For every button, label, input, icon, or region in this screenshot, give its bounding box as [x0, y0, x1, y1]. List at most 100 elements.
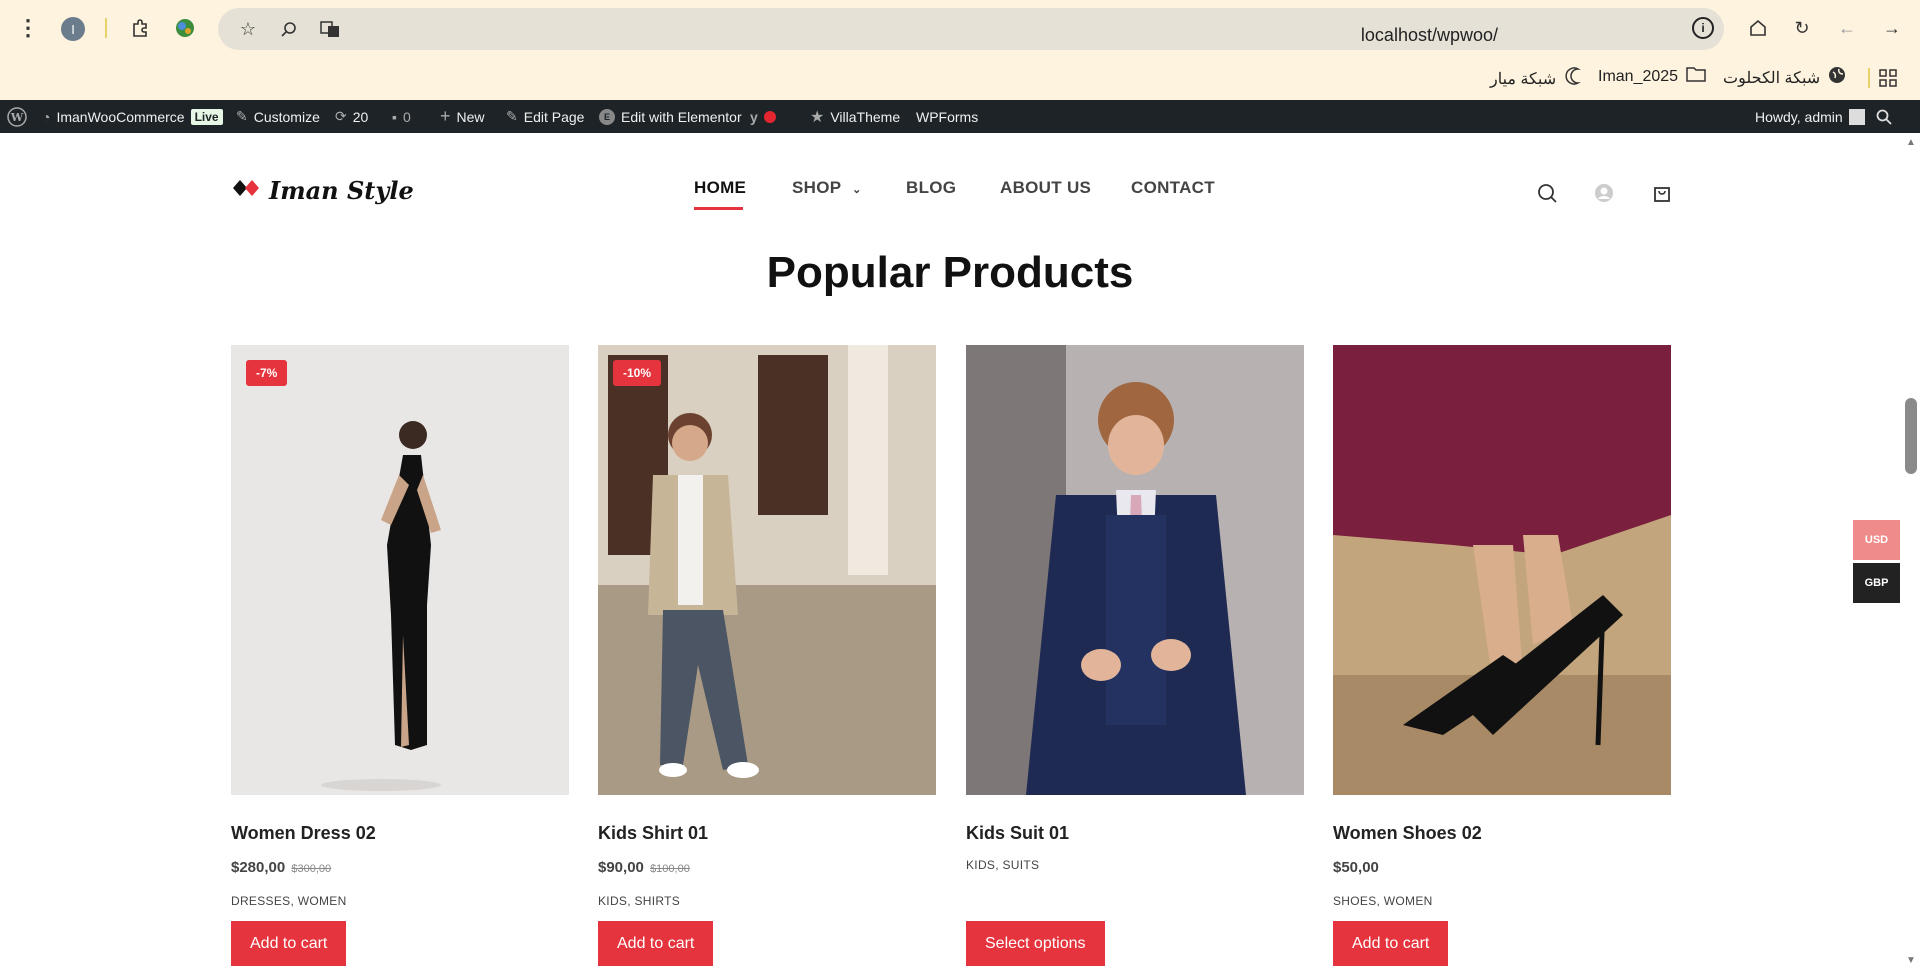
wp-updates[interactable]: ⟳ 20: [335, 100, 368, 133]
product-title[interactable]: Women Dress 02: [231, 823, 376, 844]
nav-contact[interactable]: CONTACT: [1131, 178, 1215, 198]
nav-about[interactable]: ABOUT US: [1000, 178, 1091, 198]
apps-grid-icon[interactable]: [1872, 62, 1904, 94]
nav-blog[interactable]: BLOG: [906, 178, 956, 198]
bookmark-item[interactable]: شبكة الكحلوت: [1723, 66, 1846, 89]
edit-page-label: Edit Page: [523, 108, 585, 125]
back-arrow-icon[interactable]: ←: [1831, 12, 1863, 44]
updates-icon: ⟳: [335, 108, 347, 124]
seo-status-icon: [763, 110, 776, 123]
profile-avatar[interactable]: I: [61, 17, 85, 41]
comment-icon: ▪: [392, 108, 397, 125]
wp-account[interactable]: Howdy, admin: [1755, 100, 1865, 133]
bookmark-item[interactable]: شبكة ميار: [1490, 66, 1584, 91]
wp-wpforms[interactable]: WPForms: [916, 100, 978, 133]
scroll-down-icon[interactable]: ▼: [1906, 955, 1916, 966]
wp-villatheme[interactable]: ★ VillaTheme: [810, 100, 900, 133]
add-to-cart-button[interactable]: Add to cart: [231, 921, 347, 966]
wp-new[interactable]: + New: [440, 100, 485, 133]
discount-badge: -7%: [246, 360, 288, 386]
product-image[interactable]: -10%: [598, 345, 936, 795]
comments-count: 0: [402, 108, 411, 125]
live-badge: Live: [190, 108, 223, 125]
bookmark-label: شبكة ميار: [1490, 70, 1557, 88]
globe-extension-icon[interactable]: [169, 12, 201, 44]
wpforms-label: WPForms: [916, 108, 979, 125]
product-title[interactable]: Kids Shirt 01: [598, 823, 708, 844]
product-image[interactable]: [1333, 345, 1671, 795]
site-logo[interactable]: Iman Style: [231, 176, 414, 205]
product-card: -7% Women Dress 02 $280,00 $300,00 DRESS…: [231, 345, 569, 966]
home-icon[interactable]: [1742, 12, 1774, 44]
product-categories[interactable]: SHOES, WOMEN: [1333, 894, 1433, 908]
translate-icon[interactable]: [314, 13, 346, 45]
wp-comments[interactable]: ▪ 0: [392, 100, 411, 133]
toolbar-separator: [105, 18, 107, 38]
wp-edit-elementor[interactable]: E Edit with Elementor: [599, 100, 742, 133]
add-to-cart-button[interactable]: Add to cart: [598, 921, 714, 966]
user-account-icon[interactable]: [1593, 182, 1615, 204]
search-icon[interactable]: [1536, 182, 1558, 204]
product-title[interactable]: Women Shoes 02: [1333, 823, 1482, 844]
product-categories[interactable]: KIDS, SHIRTS: [598, 894, 680, 908]
wordpress-logo-icon[interactable]: W: [7, 100, 27, 133]
currency-gbp[interactable]: GBP: [1853, 563, 1900, 603]
wp-admin-bar: W ◔ ImanWooCommerce Live ✎ Customize ⟳ 2…: [0, 100, 1920, 133]
product-categories[interactable]: DRESSES, WOMEN: [231, 894, 347, 908]
reload-icon[interactable]: ↻: [1786, 12, 1818, 44]
extensions-icon[interactable]: [124, 12, 156, 44]
scrollbar-thumb[interactable]: [1905, 398, 1917, 474]
product-title[interactable]: Kids Suit 01: [966, 823, 1069, 844]
product-categories[interactable]: KIDS, SUITS: [966, 858, 1039, 872]
nav-home[interactable]: HOME: [694, 178, 746, 198]
product-image[interactable]: -7%: [231, 345, 569, 795]
cart-icon[interactable]: [1651, 182, 1673, 204]
menu-dots-icon[interactable]: ⋮: [12, 12, 44, 44]
product-card: Women Shoes 02 $50,00 SHOES, WOMEN Add t…: [1333, 345, 1671, 966]
new-label: New: [456, 108, 485, 125]
admin-avatar: [1848, 108, 1865, 125]
current-price: $50,00: [1333, 859, 1379, 876]
elementor-icon: E: [599, 108, 615, 125]
wp-search-icon[interactable]: [1876, 100, 1892, 133]
forward-arrow-icon[interactable]: →: [1876, 12, 1908, 44]
old-price: $300,00: [291, 863, 332, 875]
section-title: Popular Products: [766, 248, 1134, 297]
pencil-icon: ✎: [506, 108, 518, 124]
address-bar[interactable]: ☆ localhost/wpwoo/: [218, 8, 1724, 50]
logo-text: Iman Style: [269, 176, 414, 205]
zoom-icon[interactable]: [273, 13, 305, 45]
nav-active-underline: [694, 207, 743, 210]
wp-customize[interactable]: ✎ Customize: [236, 100, 320, 133]
current-price: $280,00: [231, 859, 286, 876]
product-image[interactable]: [966, 345, 1304, 795]
villatheme-label: VillaTheme: [830, 108, 901, 125]
currency-usd[interactable]: USD: [1853, 520, 1900, 560]
browser-toolbar: ⋮ I ☆ localhost/wpwoo/ i ↻ ← →: [0, 0, 1920, 56]
yoast-icon: y: [750, 108, 758, 125]
bookmark-folder[interactable]: Iman_2025: [1598, 66, 1706, 87]
wp-seo[interactable]: y: [750, 100, 776, 133]
star-icon: ★: [810, 108, 825, 126]
moon-icon: [1564, 66, 1584, 91]
scroll-up-icon[interactable]: ▲: [1906, 137, 1916, 148]
site-info-icon[interactable]: i: [1692, 17, 1714, 39]
dashboard-icon: ◔: [42, 108, 51, 125]
url-text[interactable]: localhost/wpwoo/: [1361, 25, 1498, 46]
select-options-button[interactable]: Select options: [966, 921, 1105, 966]
bookmark-star-icon[interactable]: ☆: [232, 13, 264, 45]
wp-site-name[interactable]: ◔ ImanWooCommerce Live: [42, 100, 223, 133]
add-to-cart-button[interactable]: Add to cart: [1333, 921, 1449, 966]
edit-elementor-label: Edit with Elementor: [621, 108, 742, 125]
brush-icon: ✎: [236, 108, 248, 124]
customize-label: Customize: [253, 108, 320, 125]
product-card: -10% Kids Shirt 01 $90,00 $100,00 KIDS, …: [598, 345, 936, 966]
site-name-label: ImanWooCommerce: [56, 108, 185, 125]
bookmarks-bar: شبكة الكحلوت Iman_2025 شبكة ميار: [0, 56, 1920, 100]
nav-shop-label: SHOP: [792, 178, 842, 197]
product-price: $280,00 $300,00: [231, 859, 331, 876]
nav-shop[interactable]: SHOP ⌄: [792, 178, 862, 198]
product-price: $50,00: [1333, 859, 1379, 876]
wp-edit-page[interactable]: ✎ Edit Page: [506, 100, 584, 133]
page-scrollbar[interactable]: ▲ ▼: [1903, 133, 1920, 968]
